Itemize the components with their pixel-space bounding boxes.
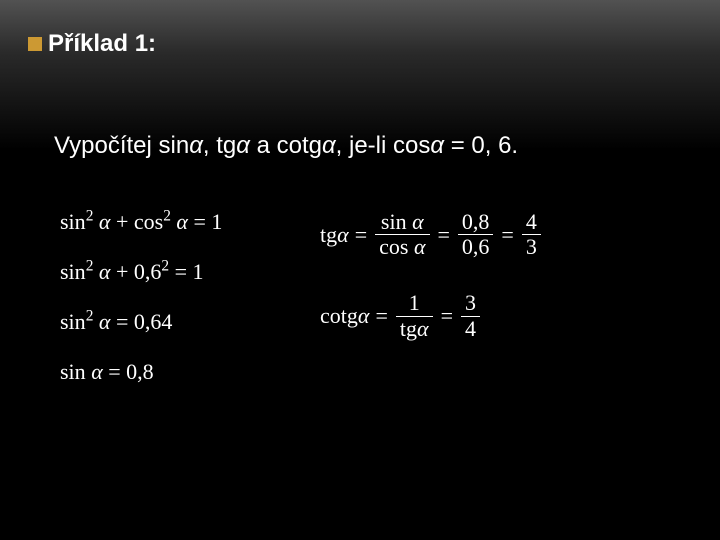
sup: 2 xyxy=(86,208,94,225)
heading-text: Příklad 1: xyxy=(48,30,156,58)
fn: cotg xyxy=(320,303,358,328)
equals: = xyxy=(438,222,450,248)
alpha-symbol: α xyxy=(322,132,336,159)
top-gradient xyxy=(0,0,720,150)
alpha-symbol: α xyxy=(176,209,188,234)
fn: sin xyxy=(60,259,86,284)
math-left-block: sin2 α + cos2 α = 1 sin2 α + 0,62 = 1 si… xyxy=(60,200,222,400)
numerator: 1 xyxy=(405,291,424,315)
alpha-symbol: α xyxy=(99,309,111,334)
fraction: 4 3 xyxy=(522,210,541,259)
rhs: = 0,8 xyxy=(103,359,154,384)
alpha-symbol: α xyxy=(99,209,111,234)
problem-part: = 0, 6. xyxy=(444,132,518,159)
equals: = xyxy=(355,222,367,248)
numerator: 4 xyxy=(522,210,541,234)
fraction: 0,8 0,6 xyxy=(458,210,494,259)
rhs: = 0,64 xyxy=(110,309,172,334)
alpha-symbol: α xyxy=(337,222,349,247)
numerator: 0,8 xyxy=(458,210,494,234)
fraction: 3 4 xyxy=(461,291,480,340)
problem-part: Vypočítej sin xyxy=(54,132,189,159)
alpha-symbol: α xyxy=(99,259,111,284)
fn: sin xyxy=(60,209,86,234)
math-right-block: tgα = sin α cos α = 0,8 0,6 = 4 3 cotgα xyxy=(320,210,543,373)
heading-row: Příklad 1: xyxy=(28,30,156,58)
sup: 2 xyxy=(161,258,169,275)
alpha-symbol: α xyxy=(414,234,426,259)
fn: sin xyxy=(60,359,86,384)
sup: 2 xyxy=(163,208,171,225)
equation-row: sin2 α + cos2 α = 1 xyxy=(60,200,222,244)
problem-part: a cotg xyxy=(250,132,322,159)
equation-row: sin2 α + 0,62 = 1 xyxy=(60,250,222,294)
alpha-symbol: α xyxy=(412,209,424,234)
denominator: 3 xyxy=(522,234,541,259)
rhs: = 1 xyxy=(169,259,203,284)
bullet-icon xyxy=(28,37,42,51)
fraction: 1 tgα xyxy=(396,291,433,340)
rhs: = 1 xyxy=(188,209,222,234)
denominator: tgα xyxy=(396,316,433,341)
alpha-symbol: α xyxy=(236,132,250,159)
equation-row: sin2 α = 0,64 xyxy=(60,300,222,344)
fn-label: cotgα xyxy=(320,303,369,329)
numerator: 3 xyxy=(461,291,480,315)
sup: 2 xyxy=(86,308,94,325)
fn: cos xyxy=(379,234,408,259)
numerator: sin α xyxy=(377,210,428,234)
equals: = xyxy=(441,303,453,329)
equals: = xyxy=(375,303,387,329)
sup: 2 xyxy=(86,258,94,275)
mid: + 0,6 xyxy=(110,259,161,284)
alpha-symbol: α xyxy=(417,316,429,341)
alpha-symbol: α xyxy=(91,359,103,384)
equation-row: tgα = sin α cos α = 0,8 0,6 = 4 3 xyxy=(320,210,543,259)
fn: + cos xyxy=(110,209,163,234)
fn: tg xyxy=(320,222,337,247)
equation-row: cotgα = 1 tgα = 3 4 xyxy=(320,291,543,340)
fn-label: tgα xyxy=(320,222,349,248)
alpha-symbol: α xyxy=(189,132,203,159)
alpha-symbol: α xyxy=(430,132,444,159)
denominator: 0,6 xyxy=(458,234,494,259)
equals: = xyxy=(501,222,513,248)
alpha-symbol: α xyxy=(358,303,370,328)
denominator: cos α xyxy=(375,234,429,259)
problem-part: , je-li cos xyxy=(336,132,431,159)
fn: sin xyxy=(60,309,86,334)
problem-text: Vypočítej sinα, tgα a cotgα, je-li cosα … xyxy=(54,132,518,160)
problem-part: , tg xyxy=(203,132,236,159)
fn: sin xyxy=(381,209,407,234)
equation-row: sin α = 0,8 xyxy=(60,350,222,394)
denominator: 4 xyxy=(461,316,480,341)
fraction: sin α cos α xyxy=(375,210,429,259)
fn: tg xyxy=(400,316,417,341)
slide: Příklad 1: Vypočítej sinα, tgα a cotgα, … xyxy=(0,0,720,540)
